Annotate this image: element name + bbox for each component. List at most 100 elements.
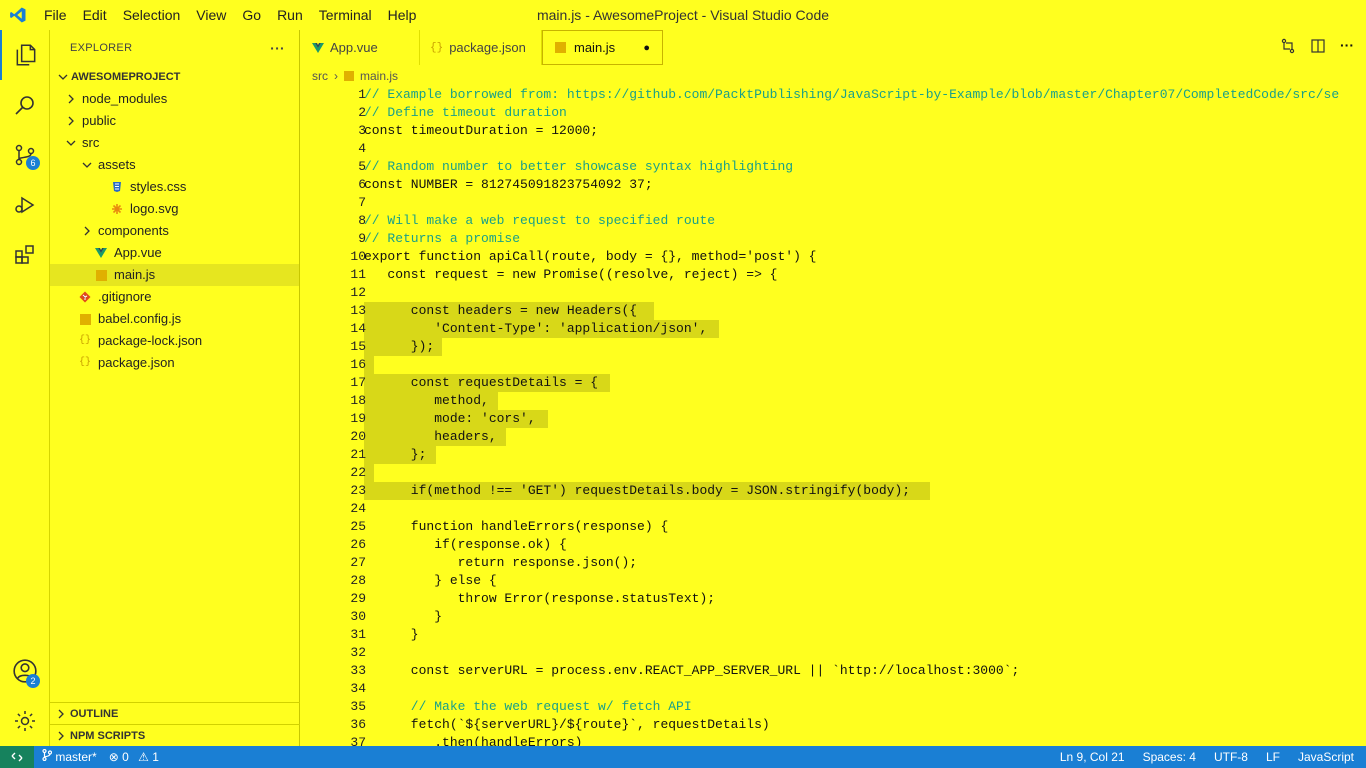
tree-item-label: package.json — [98, 355, 175, 370]
split-editor-icon[interactable] — [1310, 38, 1326, 54]
line-number: 24 — [350, 501, 366, 516]
svg-file-icon — [110, 202, 124, 216]
menu-edit[interactable]: Edit — [75, 0, 115, 30]
code-text: .then(handleErrors) — [364, 735, 583, 746]
cursor-position[interactable]: Ln 9, Col 21 — [1060, 746, 1125, 768]
tree-item-public[interactable]: public — [50, 110, 299, 132]
line-number: 31 — [350, 627, 366, 642]
branch-indicator[interactable]: master* — [42, 746, 97, 768]
unsaved-dot-icon[interactable]: ● — [643, 42, 650, 54]
code-line: 37 .then(handleErrors) — [300, 734, 1366, 746]
code-line: 33 const serverURL = process.env.REACT_A… — [300, 662, 1366, 680]
outline-section[interactable]: OUTLINE — [50, 702, 300, 724]
chevron-right-icon — [68, 116, 74, 126]
tree-item-src[interactable]: src — [50, 132, 299, 154]
explorer-icon[interactable] — [0, 30, 50, 80]
tree-item-label: App.vue — [114, 245, 162, 260]
line-number: 13 — [350, 303, 366, 318]
more-actions-icon[interactable]: ··· — [1340, 38, 1354, 54]
menu-go[interactable]: Go — [234, 0, 269, 30]
code-line: 10 export function apiCall(route, body = … — [300, 248, 1366, 266]
menu-selection[interactable]: Selection — [115, 0, 189, 30]
tree-item-assets[interactable]: assets — [50, 154, 299, 176]
breadcrumb-folder[interactable]: src — [312, 66, 328, 86]
tree-item-app-vue[interactable]: App.vue — [50, 242, 299, 264]
tree-item-logo-svg[interactable]: logo.svg — [50, 198, 299, 220]
tree-item-label: components — [98, 223, 169, 238]
code-text: const serverURL = process.env.REACT_APP_… — [364, 663, 1020, 678]
tree-item-package-lock-json[interactable]: {} package-lock.json — [50, 330, 299, 352]
accounts-icon[interactable]: 2 — [0, 646, 50, 696]
code-line: 28 } else { — [300, 572, 1366, 590]
line-number: 3 — [358, 123, 366, 138]
problems-indicator[interactable]: ⊗ 0 ⚠ 1 — [109, 746, 159, 768]
chevron-right-icon — [58, 731, 64, 741]
tree-item-package-json[interactable]: {} package.json — [50, 352, 299, 374]
line-number: 35 — [350, 699, 366, 714]
settings-gear-icon[interactable] — [0, 696, 50, 746]
code-line: 21 }; — [300, 446, 1366, 464]
code-text: const headers = new Headers({ — [364, 303, 638, 318]
tree-item-node-modules[interactable]: node_modules — [50, 88, 299, 110]
code-line: 5// Random number to better showcase syn… — [300, 158, 1366, 176]
code-text: headers, — [364, 429, 497, 444]
line-number: 30 — [350, 609, 366, 624]
extensions-icon[interactable] — [0, 230, 50, 280]
line-number: 14 — [350, 321, 366, 336]
tree-item-components[interactable]: components — [50, 220, 299, 242]
code-line: 34 — [300, 680, 1366, 698]
project-folder[interactable]: AWESOMEPROJECT — [50, 66, 299, 88]
tree-item-main-js[interactable]: main.js — [50, 264, 299, 286]
vue-file-icon — [312, 42, 324, 53]
code-line: 19 mode: 'cors', — [300, 410, 1366, 428]
line-number: 26 — [350, 537, 366, 552]
tree-item-styles-css[interactable]: styles.css — [50, 176, 299, 198]
json-file-icon: {} — [78, 357, 91, 368]
tab-main-js[interactable]: main.js ● — [542, 30, 663, 65]
code-line: 24 — [300, 500, 1366, 518]
language-mode[interactable]: JavaScript — [1298, 746, 1354, 768]
code-text: export function apiCall(route, body = {}… — [364, 249, 817, 264]
code-line: 4 — [300, 140, 1366, 158]
tab-app-vue[interactable]: App.vue — [300, 30, 420, 65]
source-control-icon[interactable]: 6 — [0, 130, 50, 180]
line-number: 6 — [358, 177, 366, 192]
tree-item-label: styles.css — [130, 179, 187, 194]
line-number: 2 — [358, 105, 366, 120]
code-text: }; — [364, 447, 427, 462]
line-number: 4 — [358, 141, 366, 156]
menu-help[interactable]: Help — [380, 0, 425, 30]
code-line: 11 const request = new Promise((resolve,… — [300, 266, 1366, 284]
code-line: 18 method, — [300, 392, 1366, 410]
activity-bar: 6 2 — [0, 30, 50, 746]
code-text: const requestDetails = { — [364, 375, 599, 390]
tab-package-json[interactable]: {} package.json — [420, 30, 542, 65]
menu-view[interactable]: View — [188, 0, 234, 30]
encoding[interactable]: UTF-8 — [1214, 746, 1248, 768]
code-text: // Will make a web request to specified … — [364, 213, 716, 228]
open-changes-icon[interactable] — [1280, 38, 1296, 54]
end-of-line[interactable]: LF — [1266, 746, 1280, 768]
breadcrumb-file[interactable]: main.js — [360, 66, 398, 86]
code-editor[interactable]: 1// Example borrowed from: https://githu… — [300, 86, 1366, 746]
menu-terminal[interactable]: Terminal — [311, 0, 380, 30]
code-text: } — [364, 627, 419, 642]
tree-item-label: babel.config.js — [98, 311, 182, 326]
tree-item-babel-config-js[interactable]: babel.config.js — [50, 308, 299, 330]
run-debug-icon[interactable] — [0, 180, 50, 230]
indentation[interactable]: Spaces: 4 — [1143, 746, 1196, 768]
remote-icon[interactable] — [0, 746, 34, 768]
code-text: if(method !== 'GET') requestDetails.body… — [364, 483, 911, 498]
line-number: 18 — [350, 393, 366, 408]
tree-item-label: package-lock.json — [98, 333, 203, 348]
code-text: throw Error(response.statusText); — [364, 591, 716, 606]
menu-file[interactable]: File — [36, 0, 75, 30]
line-number: 17 — [350, 375, 366, 390]
tree-item-gitignore[interactable]: .gitignore — [50, 286, 299, 308]
menu-run[interactable]: Run — [269, 0, 311, 30]
npm-scripts-section[interactable]: NPM SCRIPTS — [50, 724, 300, 746]
search-icon[interactable] — [0, 80, 50, 130]
more-actions-icon[interactable]: ··· — [270, 40, 285, 56]
line-number: 21 — [350, 447, 366, 462]
line-number: 25 — [350, 519, 366, 534]
